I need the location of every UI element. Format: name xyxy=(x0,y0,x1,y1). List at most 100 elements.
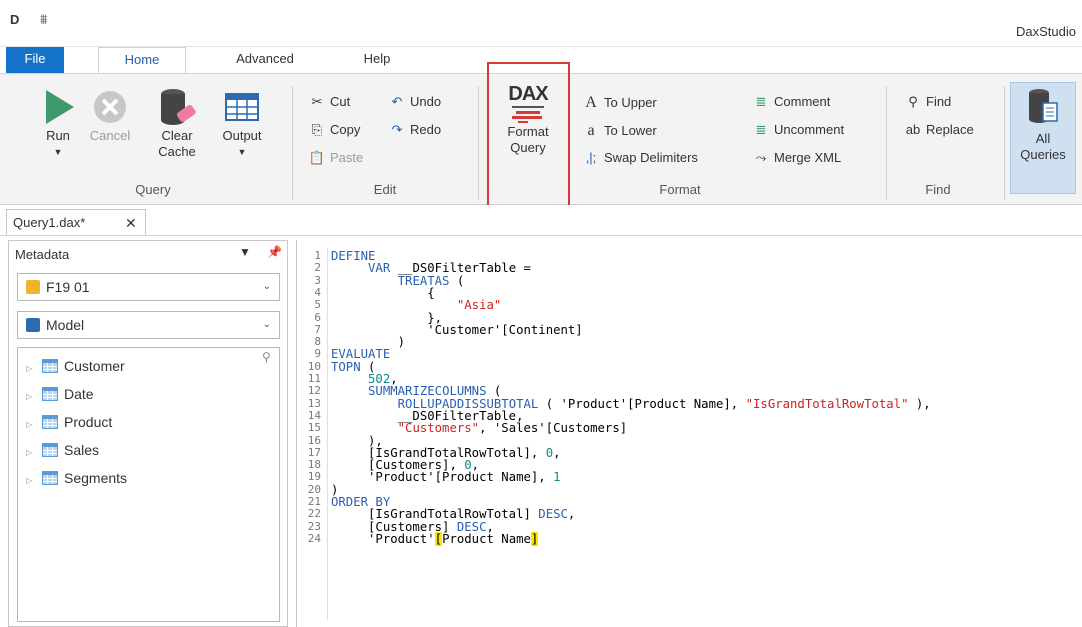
tree-item-segments[interactable]: ▷ Segments xyxy=(26,466,127,490)
tab-home[interactable]: Home xyxy=(98,47,186,75)
document-tab-strip: Query1.dax* ✕ xyxy=(0,205,1082,236)
comment-icon: ≣ xyxy=(755,94,767,109)
clear-cache-icon xyxy=(161,89,196,125)
code-token: 'Product'[Product Name], xyxy=(331,470,554,485)
paste-icon: 📋 xyxy=(308,150,326,165)
code-token: "IsGrandTotalRowTotal" xyxy=(745,396,909,411)
code-token: , 'Sales'[Customers] xyxy=(479,421,628,436)
find-button[interactable]: ⚲ Find xyxy=(904,94,951,110)
expand-arrow-icon[interactable]: ▷ xyxy=(26,441,38,465)
tree-item-date[interactable]: ▷ Date xyxy=(26,382,94,406)
expand-arrow-icon[interactable]: ▷ xyxy=(26,385,38,409)
table-icon xyxy=(42,359,58,373)
to-upper-button[interactable]: A To Upper xyxy=(582,94,657,112)
line-number: 24 xyxy=(307,531,321,545)
redo-button[interactable]: ↷ Redo xyxy=(388,122,442,138)
document-tab-label: Query1.dax* xyxy=(13,215,86,230)
table-icon xyxy=(42,471,58,485)
swap-delimiters-icon: ,|; xyxy=(585,150,597,165)
app-logo: D xyxy=(10,12,19,27)
tree-item-customer[interactable]: ▷ Customer xyxy=(26,354,125,378)
uncomment-button[interactable]: ≣ Uncomment xyxy=(752,122,845,138)
format-query-highlight-box xyxy=(487,62,570,207)
code-token: ( xyxy=(449,273,465,288)
code-token: DESC xyxy=(538,507,568,522)
output-dropdown-icon: ▼ xyxy=(237,147,247,157)
replace-button[interactable]: ab Replace xyxy=(904,122,974,137)
tab-advanced[interactable]: Advanced xyxy=(215,47,315,73)
line-number: 16 xyxy=(307,433,321,447)
group-separator xyxy=(886,86,887,200)
output-grid-icon xyxy=(225,93,259,121)
quick-access-dropdown-icon[interactable]: ⩩ xyxy=(40,11,47,28)
run-button[interactable]: Run ▼ xyxy=(28,86,88,160)
code-token: "Customers" xyxy=(397,421,480,436)
group-label-edit: Edit xyxy=(373,182,397,197)
code-editor[interactable]: 1 2 3 4 5 6 7 8 9 10 11 12 13 14 15 16 1… xyxy=(296,240,1082,627)
tree-item-product[interactable]: ▷ Product xyxy=(26,410,112,434)
line-number: 9 xyxy=(314,347,321,361)
tab-help[interactable]: Help xyxy=(352,47,402,73)
tab-query1[interactable]: Query1.dax* ✕ xyxy=(6,209,146,235)
copy-icon: ⎘ xyxy=(311,122,323,137)
group-separator xyxy=(478,86,479,200)
model-cube-icon xyxy=(26,318,40,332)
pane-menu-icon[interactable]: ▼ xyxy=(239,245,251,259)
chevron-down-icon: ⌄ xyxy=(262,281,271,292)
group-label-format: Format xyxy=(659,182,701,197)
swap-delimiters-button[interactable]: ,|; Swap Delimiters xyxy=(582,150,698,165)
comment-button[interactable]: ≣ Comment xyxy=(752,94,831,110)
app-title: DaxStudio xyxy=(1016,24,1076,39)
tree-item-sales[interactable]: ▷ Sales xyxy=(26,438,99,462)
code-token: 1 xyxy=(553,470,561,485)
replace-icon: ab xyxy=(905,122,921,137)
find-magnifier-icon: ⚲ xyxy=(908,94,918,109)
tab-file[interactable]: File xyxy=(6,47,64,73)
code-token: [ xyxy=(434,531,443,546)
code-token: ( 'Product'[Product Name], xyxy=(538,396,746,411)
lowercase-a-icon: a xyxy=(587,122,595,139)
code-token: 'Product' xyxy=(331,531,435,546)
title-bar: D ⩩ DaxStudio xyxy=(0,0,1082,47)
line-number: 15 xyxy=(307,421,321,435)
group-label-find: Find xyxy=(925,182,951,197)
expand-arrow-icon[interactable]: ▷ xyxy=(26,469,38,493)
search-icon[interactable]: ⚲ xyxy=(262,350,271,364)
output-button[interactable]: Output ▼ xyxy=(210,86,274,160)
code-line[interactable]: 'Product'[Product Name] xyxy=(331,531,539,546)
redo-icon: ↷ xyxy=(391,122,403,137)
code-token: "Asia" xyxy=(456,298,502,313)
expand-arrow-icon[interactable]: ▷ xyxy=(26,357,38,381)
undo-button[interactable]: ↶ Undo xyxy=(388,94,442,110)
line-number: 2 xyxy=(314,261,321,275)
code-token: ] xyxy=(530,531,539,546)
code-token: Product Name xyxy=(442,531,531,546)
database-select[interactable]: F19 01 ⌄ xyxy=(17,273,280,301)
line-number: 12 xyxy=(307,384,321,398)
model-select[interactable]: Model ⌄ xyxy=(17,311,280,339)
copy-button[interactable]: ⎘ Copy xyxy=(308,122,361,138)
to-lower-button[interactable]: a To Lower xyxy=(582,122,656,140)
chevron-down-icon: ⌄ xyxy=(262,319,271,330)
uncomment-icon: ≣ xyxy=(755,122,767,137)
expand-arrow-icon[interactable]: ▷ xyxy=(26,413,38,437)
line-number: 6 xyxy=(314,310,321,324)
merge-xml-button[interactable]: ⤳ Merge XML xyxy=(752,150,841,166)
metadata-tree: ⚲ ▷ Customer ▷ Date ▷ Product ▷ Sales ▷ Segme… xyxy=(17,347,280,622)
run-dropdown-icon: ▼ xyxy=(53,147,63,157)
close-icon[interactable]: ✕ xyxy=(125,210,137,236)
table-icon xyxy=(42,443,58,457)
cut-button[interactable]: ✂ Cut xyxy=(308,94,351,110)
paste-button[interactable]: 📋 Paste xyxy=(308,150,363,166)
code-line[interactable]: 'Product'[Product Name], 1 xyxy=(331,471,561,483)
table-icon xyxy=(42,415,58,429)
code-token: , xyxy=(567,507,576,522)
all-queries-icon xyxy=(1029,89,1058,123)
pin-icon[interactable]: 📌 xyxy=(267,245,282,259)
all-queries-button[interactable]: All Queries xyxy=(1010,82,1076,194)
table-icon xyxy=(42,387,58,401)
line-number: 22 xyxy=(307,507,321,521)
cancel-button[interactable]: Cancel xyxy=(82,86,138,144)
clear-cache-button[interactable]: Clear Cache xyxy=(146,86,208,160)
line-number: 5 xyxy=(314,298,321,312)
